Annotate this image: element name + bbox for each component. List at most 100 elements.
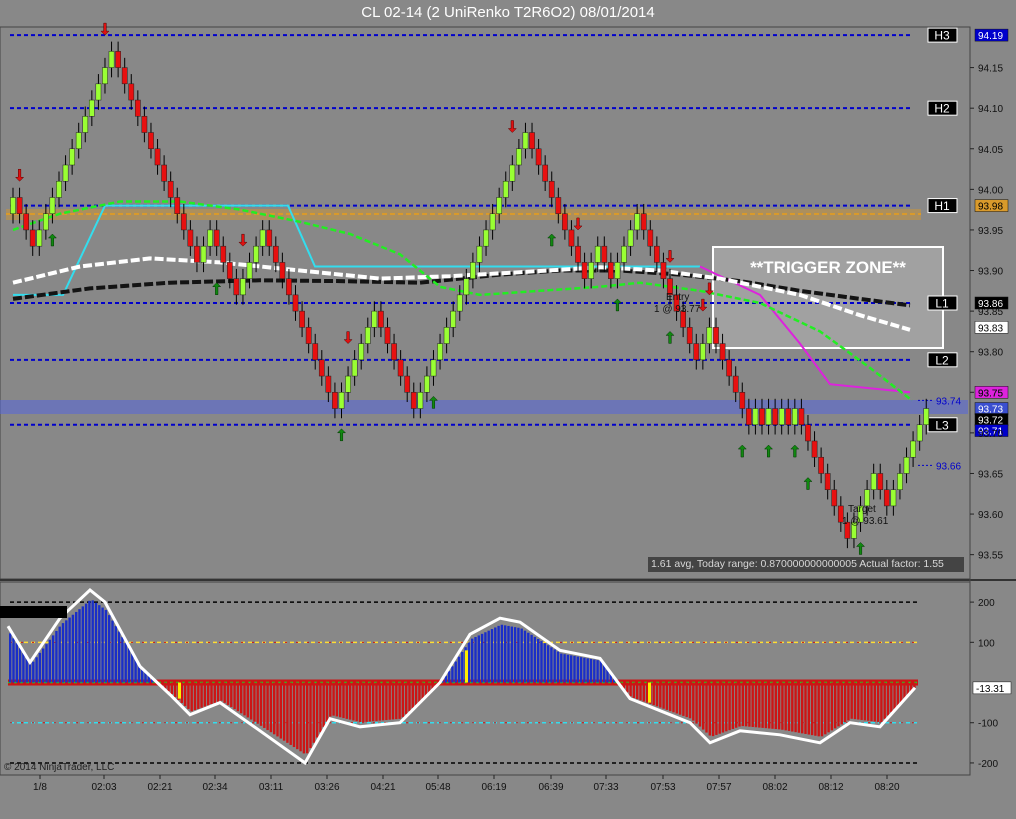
- cci-bar: [372, 682, 375, 722]
- cci-bar: [579, 657, 583, 683]
- cci-bar: [784, 682, 787, 731]
- up-candle: [240, 278, 246, 296]
- x-tick-label: 03:26: [314, 782, 339, 793]
- cci-bar: [543, 643, 546, 683]
- up-candle: [253, 245, 259, 263]
- cci-bar: [454, 661, 457, 683]
- price-chart[interactable]: H3H2H1L1L2L393.7493.66 94.1993.9893.8693…: [0, 0, 1016, 819]
- down-candle: [726, 359, 732, 377]
- cci-bar: [583, 657, 586, 683]
- down-candle: [154, 148, 161, 166]
- down-candle: [818, 456, 824, 474]
- up-candle: [345, 375, 351, 393]
- cci-bar: [25, 657, 28, 683]
- cci-bar: [375, 682, 378, 721]
- cci-bar: [771, 682, 774, 729]
- cci-bar: [322, 682, 325, 728]
- cci-bar: [500, 624, 504, 683]
- cci-bar: [510, 626, 513, 683]
- down-candle: [16, 197, 23, 214]
- cci-bar: [662, 682, 665, 709]
- down-candle: [292, 294, 299, 312]
- cci-bar: [332, 682, 335, 716]
- cci-bar: [48, 639, 51, 683]
- down-candle: [601, 245, 608, 263]
- up-candle: [903, 456, 910, 474]
- cci-signal-bar: [465, 650, 468, 683]
- cci-bar: [497, 625, 500, 683]
- cci-bar: [286, 682, 289, 743]
- down-candle: [824, 473, 831, 490]
- down-candle: [134, 99, 141, 117]
- cci-bar: [834, 682, 837, 729]
- x-tick-label: 07:33: [593, 782, 618, 793]
- cci-bar: [461, 651, 464, 683]
- cci-bar: [593, 659, 596, 683]
- cci-bar: [830, 682, 834, 731]
- cci-bar: [9, 633, 12, 683]
- down-candle: [128, 83, 135, 101]
- down-candle: [772, 408, 778, 426]
- up-candle: [778, 408, 785, 426]
- cci-bar: [167, 682, 170, 692]
- cci-bar: [678, 682, 682, 715]
- cci-bar: [358, 682, 362, 723]
- cci-current-value: -13.31: [976, 684, 1005, 695]
- up-candle: [358, 343, 365, 361]
- down-candle: [279, 262, 286, 279]
- down-candle: [174, 197, 181, 214]
- cci-bar: [408, 682, 411, 712]
- down-candle: [732, 375, 739, 393]
- cci-bar: [381, 682, 385, 721]
- cci-bar: [504, 625, 507, 683]
- cci-bar: [418, 682, 421, 703]
- cci-bar: [857, 682, 860, 720]
- up-candle: [522, 132, 529, 150]
- down-candle: [798, 408, 805, 426]
- cci-bar: [401, 682, 405, 718]
- cci-bar: [411, 682, 414, 709]
- down-candle: [581, 262, 588, 279]
- cci-bar: [527, 632, 530, 683]
- y-tick-label: 93.75: [978, 388, 1003, 399]
- cci-bar: [639, 682, 642, 701]
- down-candle: [647, 229, 654, 247]
- cci-bar: [345, 682, 348, 719]
- cci-bar: [84, 603, 88, 683]
- cci-bar: [365, 682, 368, 722]
- y-tick-label: 94.05: [978, 145, 1003, 156]
- down-candle: [745, 408, 752, 426]
- down-candle: [180, 213, 187, 231]
- cci-bar: [560, 653, 563, 683]
- down-candle: [568, 229, 575, 247]
- down-candle: [575, 245, 581, 263]
- cci-bar: [754, 682, 758, 728]
- y-tick-label: 93.80: [978, 348, 1003, 359]
- cci-y-tick-label: -100: [978, 719, 998, 730]
- cci-bar: [210, 682, 213, 705]
- stats-box: 1.61 avg, Today range: 0.870000000000005…: [648, 557, 964, 572]
- up-candle: [450, 310, 457, 328]
- cci-bar: [282, 682, 286, 741]
- down-candle: [312, 343, 319, 361]
- up-candle: [627, 229, 634, 247]
- cci-bar: [240, 682, 243, 714]
- level-tag-label-l2: L2: [935, 353, 949, 367]
- x-tick-label: 05:48: [425, 782, 450, 793]
- up-candle: [890, 489, 897, 507]
- cci-bar: [853, 682, 857, 720]
- cci-bar: [873, 682, 876, 722]
- down-candle: [831, 489, 838, 507]
- cci-bar: [523, 630, 527, 683]
- down-candle: [213, 229, 220, 247]
- cci-bar: [75, 611, 78, 683]
- down-candle: [161, 164, 167, 182]
- cci-bar: [695, 682, 698, 724]
- x-tick-label: 08:12: [818, 782, 843, 793]
- cci-bar: [777, 682, 781, 730]
- down-candle: [226, 262, 233, 279]
- cci-bar: [405, 682, 408, 715]
- down-candle: [272, 245, 279, 263]
- down-candle: [233, 278, 240, 296]
- up-candle: [463, 278, 470, 296]
